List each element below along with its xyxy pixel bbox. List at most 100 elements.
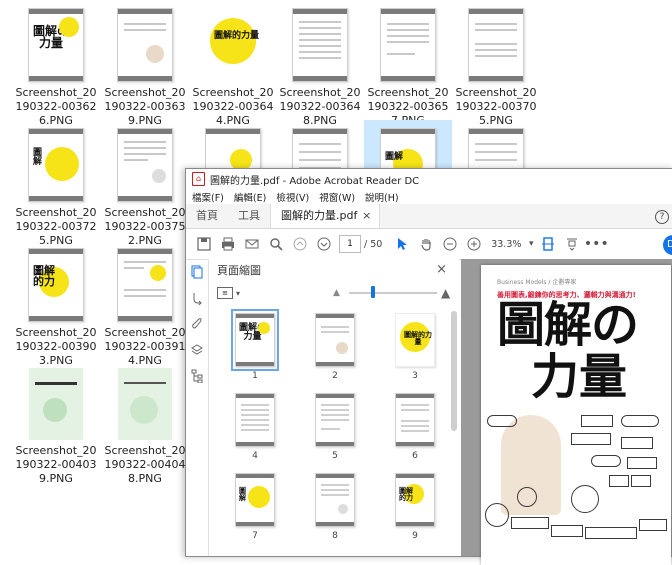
content-tree-icon[interactable]	[186, 363, 208, 389]
window-title: 圖解的力量.pdf - Adobe Acrobat Reader DC	[210, 175, 420, 187]
tab-bar: 首頁 工具 圖解的力量.pdf ×	[186, 204, 672, 229]
file-thumbnail: 圖解 的力	[28, 248, 84, 322]
file-item[interactable]: Screenshot_20190322-003752.PNG	[101, 120, 189, 248]
diagram-box	[631, 475, 651, 487]
chevron-down-icon[interactable]: ▾	[526, 233, 536, 255]
file-item[interactable]: Screenshot_20190322-004048.PNG	[101, 358, 189, 486]
save-icon[interactable]	[192, 233, 216, 255]
menu-edit[interactable]: 編輯(E)	[234, 190, 266, 204]
page-thumbnail[interactable]: 2	[310, 313, 360, 381]
file-thumbnail	[117, 128, 173, 202]
panel-tools: ≡ ▾ ▲ ▲	[209, 281, 459, 305]
zoom-level[interactable]: 33.3%	[486, 239, 526, 250]
tab-document-label: 圖解的力量.pdf	[281, 209, 358, 222]
file-thumbnail	[117, 248, 173, 322]
more-tools-icon[interactable]: •••	[584, 233, 609, 255]
attachment-icon[interactable]	[186, 311, 208, 337]
file-thumbnail	[29, 368, 83, 440]
page-number: 8	[332, 531, 338, 541]
page-thumbnail[interactable]: 圖解的力量 3	[390, 313, 440, 381]
pdf-icon: ⌂	[192, 172, 205, 186]
mountain-small-icon: ▲	[333, 288, 340, 298]
page-thumbnail[interactable]: 8	[310, 473, 360, 541]
hand-tool-icon[interactable]	[414, 233, 438, 255]
menu-help[interactable]: 說明(H)	[365, 190, 399, 204]
thumbnail-panel: 頁面縮圖 × ≡ ▾ ▲ ▲ 圖解の 力量 1 2 圖解的力量 3 4 5 6 …	[209, 259, 459, 556]
next-page-icon[interactable]	[312, 233, 336, 255]
file-thumbnail	[292, 8, 348, 82]
file-name: Screenshot_20190322-004048.PNG	[104, 444, 186, 485]
layers-icon[interactable]	[186, 337, 208, 363]
chevron-down-icon[interactable]: ▾	[236, 289, 240, 298]
search-icon[interactable]	[264, 233, 288, 255]
previous-page-icon[interactable]	[288, 233, 312, 255]
file-item[interactable]: Screenshot_20190322-003648.PNG	[276, 0, 364, 128]
file-thumbnail: 圖解	[28, 128, 84, 202]
page-title-line1: 圖解の	[497, 297, 639, 353]
sign-in-icon[interactable]: D	[663, 235, 672, 255]
file-name: Screenshot_20190322-004039.PNG	[15, 444, 97, 485]
page-kicker: Business Models / 企劃專家	[497, 279, 577, 286]
page-thumbnail[interactable]: 圖解 的力 9	[390, 473, 440, 541]
title-bar: ⌂ 圖解的力量.pdf - Adobe Acrobat Reader DC	[186, 169, 672, 189]
menu-window[interactable]: 視窗(W)	[319, 190, 355, 204]
panel-header: 頁面縮圖 ×	[209, 259, 459, 281]
file-item[interactable]: Screenshot_20190322-003639.PNG	[101, 0, 189, 128]
diagram-box	[639, 519, 667, 531]
menu-view[interactable]: 檢視(V)	[276, 190, 309, 204]
diagram-box	[585, 527, 637, 539]
file-item[interactable]: 圖解の 力量 Screenshot_20190322-003626.PNG	[12, 0, 100, 128]
file-item[interactable]: 圖解 的力 Screenshot_20190322-003903.PNG	[12, 240, 100, 368]
file-item[interactable]: Screenshot_20190322-004039.PNG	[12, 358, 100, 486]
file-item[interactable]: 圖解 Screenshot_20190322-003725.PNG	[12, 120, 100, 248]
file-item[interactable]: Screenshot_20190322-003914.PNG	[101, 240, 189, 368]
tab-document[interactable]: 圖解的力量.pdf ×	[270, 204, 381, 228]
fit-page-icon[interactable]	[536, 233, 560, 255]
page-number: 1	[252, 371, 258, 381]
menu-file[interactable]: 檔案(F)	[192, 190, 224, 204]
thumbnail-size-slider[interactable]	[349, 292, 437, 294]
print-icon[interactable]	[216, 233, 240, 255]
close-icon[interactable]: ×	[362, 204, 371, 228]
email-icon[interactable]	[240, 233, 264, 255]
page-number: 4	[252, 451, 258, 461]
zoom-in-icon[interactable]	[462, 233, 486, 255]
diagram-node	[487, 415, 517, 427]
diagram-box	[627, 457, 657, 469]
diagram-circle	[571, 485, 599, 513]
page-number-input[interactable]: 1	[339, 235, 361, 253]
page-thumbnail[interactable]: 圖解の 力量 1	[230, 309, 280, 381]
panel-scrollbar[interactable]	[451, 311, 457, 431]
diagram-box	[581, 415, 613, 427]
help-icon[interactable]: ?	[655, 210, 669, 224]
tab-home[interactable]: 首頁	[186, 204, 228, 228]
diagram-circle	[485, 503, 509, 527]
zoom-out-icon[interactable]	[438, 233, 462, 255]
file-item[interactable]: Screenshot_20190322-003705.PNG	[452, 0, 540, 128]
scroll-mode-icon[interactable]	[560, 233, 584, 255]
select-tool-icon[interactable]	[390, 233, 414, 255]
page-thumbnail[interactable]: 4	[230, 393, 280, 461]
page-thumbnail[interactable]: 5	[310, 393, 360, 461]
file-item[interactable]: Screenshot_20190322-003657.PNG	[364, 0, 452, 128]
file-thumbnail	[117, 8, 173, 82]
close-icon[interactable]: ×	[436, 262, 447, 277]
file-item[interactable]: 圖解的力量 Screenshot_20190322-003644.PNG	[189, 0, 277, 128]
diagram-node	[621, 415, 659, 427]
page-number: 5	[332, 451, 338, 461]
page-thumbnails-icon[interactable]	[186, 259, 208, 285]
tab-tools[interactable]: 工具	[228, 204, 270, 228]
diagram-node	[591, 455, 621, 467]
bookmark-link-icon[interactable]	[186, 285, 208, 311]
page-number: 2	[332, 371, 338, 381]
slider-handle[interactable]	[371, 286, 375, 298]
options-icon[interactable]: ≡	[217, 287, 233, 299]
page-count: / 50	[364, 238, 383, 250]
file-thumbnail	[380, 8, 436, 82]
page-number: 7	[252, 531, 258, 541]
page-thumbnail[interactable]: 6	[390, 393, 440, 461]
page-thumbnail[interactable]: 圖解 7	[230, 473, 280, 541]
file-thumbnail: 圖解的力量	[206, 10, 260, 82]
page-title-line2: 力量	[531, 349, 628, 405]
document-viewer[interactable]: Business Models / 企劃專家 善用圖表,鍛鍊你的思考力、邏輯力與…	[461, 259, 672, 565]
